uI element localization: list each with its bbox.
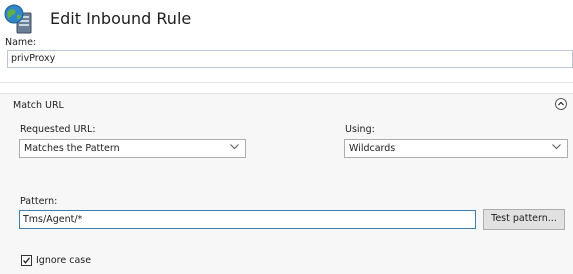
using-dropdown[interactable]: Wildcards bbox=[344, 139, 568, 158]
ignore-case-checkbox[interactable] bbox=[21, 255, 32, 266]
section-title: Match URL bbox=[13, 100, 64, 111]
globe-server-icon bbox=[3, 3, 35, 35]
divider bbox=[0, 82, 573, 83]
chevron-down-icon bbox=[230, 144, 239, 150]
page-title: Edit Inbound Rule bbox=[50, 9, 192, 28]
name-label: Name: bbox=[5, 37, 37, 48]
test-pattern-button[interactable]: Test pattern... bbox=[483, 209, 565, 230]
ignore-case-label: Ignore case bbox=[36, 255, 92, 266]
requested-url-label: Requested URL: bbox=[20, 124, 96, 135]
match-url-section bbox=[0, 93, 573, 274]
chevron-down-icon bbox=[552, 144, 561, 150]
pattern-input[interactable]: Tms/Agent/* bbox=[19, 210, 476, 229]
using-label: Using: bbox=[345, 124, 375, 135]
collapse-icon[interactable] bbox=[555, 98, 567, 110]
checkmark-icon bbox=[23, 257, 31, 264]
name-input[interactable]: privProxy bbox=[7, 50, 573, 68]
using-value: Wildcards bbox=[349, 143, 396, 154]
requested-url-value: Matches the Pattern bbox=[24, 143, 120, 154]
pattern-label: Pattern: bbox=[20, 196, 58, 207]
requested-url-dropdown[interactable]: Matches the Pattern bbox=[19, 139, 246, 158]
